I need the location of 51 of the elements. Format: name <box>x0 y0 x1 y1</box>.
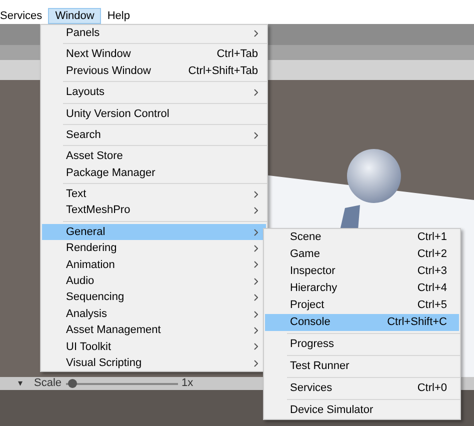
menu-item[interactable]: Device Simulator <box>265 402 459 419</box>
chevron-icon <box>254 88 258 96</box>
menu-bar-item[interactable]: Window <box>48 8 102 24</box>
menu-item[interactable]: Next Window Ctrl+Tab <box>42 46 266 63</box>
chevron-icon <box>254 343 258 350</box>
menu-item[interactable]: Scene Ctrl+1 <box>265 229 459 246</box>
slider-thumb[interactable] <box>68 379 77 388</box>
menu-item[interactable]: Visual Scripting <box>42 355 266 372</box>
menu-item[interactable]: Game Ctrl+2 <box>265 246 459 263</box>
menu-item[interactable]: Console Ctrl+Shift+C <box>265 314 459 331</box>
menu-item[interactable]: Test Runner <box>265 358 459 375</box>
menu-bar-item[interactable]: Help <box>101 8 136 24</box>
chevron-icon <box>254 30 258 37</box>
chevron-icon <box>254 228 258 236</box>
chevron-icon <box>254 190 258 198</box>
menu-item[interactable]: General <box>42 224 266 240</box>
menu-item[interactable]: Search <box>42 126 266 144</box>
dropdown-arrow[interactable]: ▾ <box>18 376 28 390</box>
chevron-icon <box>254 278 258 285</box>
menu-item[interactable]: Panels <box>42 25 266 42</box>
menu-item[interactable]: Sequencing <box>42 289 266 306</box>
menu-item[interactable]: Asset Store <box>42 148 266 165</box>
menu-bar-item[interactable]: Services <box>0 8 48 24</box>
menu-item[interactable]: Text <box>42 186 266 203</box>
menu-item[interactable]: Progress <box>265 336 459 353</box>
menu-item[interactable]: Rendering <box>42 240 266 257</box>
chevron-icon <box>254 244 258 252</box>
chevron-icon <box>254 294 258 302</box>
scale-value: 1x <box>182 376 194 392</box>
chevron-icon <box>254 310 258 318</box>
chevron-icon <box>254 261 258 268</box>
menu-item[interactable]: UI Toolkit <box>42 338 266 356</box>
menu-item[interactable]: Animation <box>42 256 266 274</box>
menu-item[interactable]: Inspector Ctrl+3 <box>265 263 459 280</box>
menu-item[interactable]: Layouts <box>42 84 266 101</box>
menu-item[interactable]: Analysis <box>42 306 266 322</box>
menu-item[interactable]: Previous Window Ctrl+Shift+Tab <box>42 62 266 80</box>
menu-item[interactable]: Unity Version Control <box>42 106 266 122</box>
menu-item[interactable]: TextMeshPro <box>42 202 266 219</box>
menu-item[interactable]: Project Ctrl+5 <box>265 297 459 314</box>
menu-item[interactable]: Audio <box>42 273 266 290</box>
menu-item[interactable]: Services Ctrl+0 <box>265 380 459 397</box>
scale-label: Scale <box>34 376 62 392</box>
menu-item[interactable]: Asset Management <box>42 322 266 339</box>
chevron-icon <box>254 326 258 334</box>
chevron-icon <box>254 132 258 139</box>
chevron-icon <box>254 207 258 214</box>
chevron-icon <box>254 360 258 367</box>
scale-slider[interactable] <box>66 378 178 388</box>
menu-item[interactable]: Hierarchy Ctrl+4 <box>265 280 459 297</box>
menu-item[interactable]: Package Manager <box>42 164 266 182</box>
